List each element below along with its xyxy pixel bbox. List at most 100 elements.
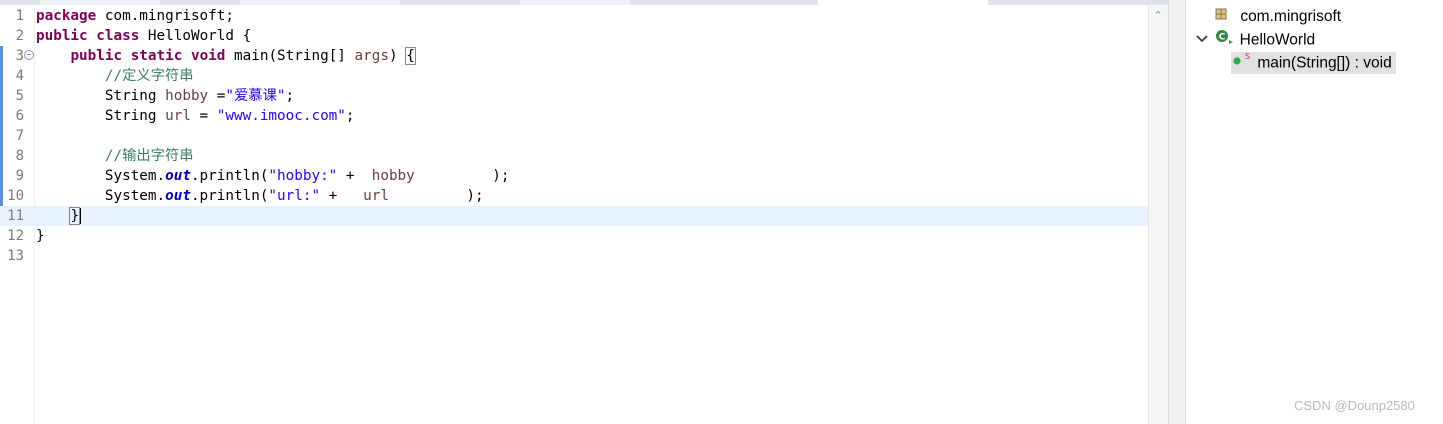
line-number: 1 xyxy=(15,8,24,24)
code-token: ) xyxy=(388,48,407,64)
outline-item-class[interactable]: C HelloWorld xyxy=(1195,29,1315,51)
line-number: 9 xyxy=(15,168,24,184)
class-icon: C xyxy=(1215,29,1235,52)
code-token: //输出字符串 xyxy=(104,148,194,164)
code-token: String xyxy=(36,108,166,124)
code-token: = xyxy=(190,108,217,124)
text-caret xyxy=(80,208,82,224)
code-line[interactable]: 8 //输出字符串 xyxy=(0,146,1148,166)
code-lines[interactable]: 1 package com.mingrisoft; 2 public class He… xyxy=(0,6,1148,266)
code-text: public class HelloWorld { xyxy=(36,26,251,46)
code-line[interactable]: 7 xyxy=(0,126,1148,146)
line-number: 13 xyxy=(7,248,24,264)
code-token: out xyxy=(165,188,191,204)
line-number: 7 xyxy=(15,128,24,144)
outline-method-label: main(String[]) : void xyxy=(1257,54,1392,72)
code-line[interactable]: 13 xyxy=(0,246,1148,266)
code-token: class xyxy=(96,28,140,44)
line-number: 10 xyxy=(7,188,24,204)
code-token: com.mingrisoft; xyxy=(96,8,234,24)
code-token: args xyxy=(354,48,389,64)
package-icon xyxy=(1214,6,1228,28)
code-text: } xyxy=(36,206,82,226)
chevron-down-icon[interactable] xyxy=(1195,30,1209,52)
code-token: System. xyxy=(36,168,166,184)
code-token: + xyxy=(337,168,372,184)
code-token: } xyxy=(69,207,81,225)
vertical-scrollbar[interactable] xyxy=(1148,6,1169,424)
code-line[interactable]: 12} xyxy=(0,226,1148,246)
code-line[interactable]: 1 package com.mingrisoft; xyxy=(0,6,1148,26)
code-token: hobby xyxy=(165,88,209,104)
code-line[interactable]: 3− public static void main(String[] args… xyxy=(0,46,1148,66)
line-number: 4 xyxy=(15,68,24,84)
editor-tab-strip xyxy=(0,0,1180,5)
code-line[interactable]: 5 String hobby ="爱慕课"; xyxy=(0,86,1148,106)
code-text: //输出字符串 xyxy=(36,146,194,166)
code-token: HelloWorld { xyxy=(139,28,252,44)
code-line[interactable]: 4 //定义字符串 xyxy=(0,66,1148,86)
code-token: .println( xyxy=(190,188,269,204)
chevron-up-icon[interactable]: ⌃ xyxy=(1152,10,1164,22)
line-number: 5 xyxy=(15,88,24,104)
pane-divider[interactable] xyxy=(1168,0,1186,424)
code-line[interactable]: 11 } xyxy=(0,206,1148,226)
code-text: //定义字符串 xyxy=(36,66,194,86)
code-text: } xyxy=(36,226,45,246)
watermark: CSDN @Dounp2580 xyxy=(1294,398,1415,413)
line-number: 8 xyxy=(15,148,24,164)
line-number: 3 xyxy=(15,48,24,64)
code-line[interactable]: 2 public class HelloWorld { xyxy=(0,26,1148,46)
code-token: public xyxy=(36,28,88,44)
outline-package-label: com.mingrisoft xyxy=(1240,8,1342,26)
code-token: "爱慕课" xyxy=(225,88,286,104)
code-token: hobby xyxy=(371,168,415,184)
code-text: package com.mingrisoft; xyxy=(36,6,234,26)
code-token: } xyxy=(36,228,45,244)
code-text: System.out.println("hobby:" + hobby ); xyxy=(36,166,510,186)
static-modifier: S xyxy=(1245,52,1250,61)
line-number: 2 xyxy=(15,28,24,44)
outline-item-package[interactable]: com.mingrisoft xyxy=(1214,6,1341,28)
code-token: System. xyxy=(36,188,166,204)
code-token: url xyxy=(165,108,191,124)
code-token: + xyxy=(320,188,364,204)
code-token: //定义字符串 xyxy=(104,68,194,84)
code-token: ); xyxy=(388,188,484,204)
code-token: url xyxy=(363,188,389,204)
code-text: System.out.println("url:" + url ); xyxy=(36,186,484,206)
outline-class-label: HelloWorld xyxy=(1239,31,1316,49)
code-token: static xyxy=(130,48,183,64)
code-line[interactable]: 9 System.out.println("hobby:" + hobby ); xyxy=(0,166,1148,186)
code-token: ); xyxy=(414,168,510,184)
code-token: { xyxy=(405,47,416,65)
code-token: public xyxy=(70,48,123,64)
code-token: void xyxy=(190,48,226,64)
code-token: String xyxy=(36,88,166,104)
line-number: 12 xyxy=(7,228,24,244)
code-token: ; xyxy=(285,88,295,104)
code-text: String hobby ="爱慕课"; xyxy=(36,86,294,106)
code-text: public static void main(String[] args) { xyxy=(36,46,416,66)
code-token: out xyxy=(165,168,191,184)
code-token: "www.imooc.com" xyxy=(216,108,346,124)
outline-item-method[interactable]: S main(String[]) : void xyxy=(1231,52,1396,74)
code-editor[interactable]: 1 package com.mingrisoft; 2 public class He… xyxy=(0,0,1180,424)
line-number: 11 xyxy=(7,208,24,224)
code-token: main(String[] xyxy=(225,48,355,64)
svg-text:C: C xyxy=(1219,33,1226,43)
code-line[interactable]: 10 System.out.println("url:" + url ); xyxy=(0,186,1148,206)
public-method-icon: S xyxy=(1231,52,1253,75)
code-text: String url = "www.imooc.com"; xyxy=(36,106,355,126)
code-token: = xyxy=(208,88,226,104)
code-token: package xyxy=(36,8,97,24)
code-token: "hobby:" xyxy=(268,168,338,184)
code-token: ; xyxy=(345,108,355,124)
code-line[interactable]: 6 String url = "www.imooc.com"; xyxy=(0,106,1148,126)
fold-toggle-icon[interactable]: − xyxy=(24,50,34,60)
